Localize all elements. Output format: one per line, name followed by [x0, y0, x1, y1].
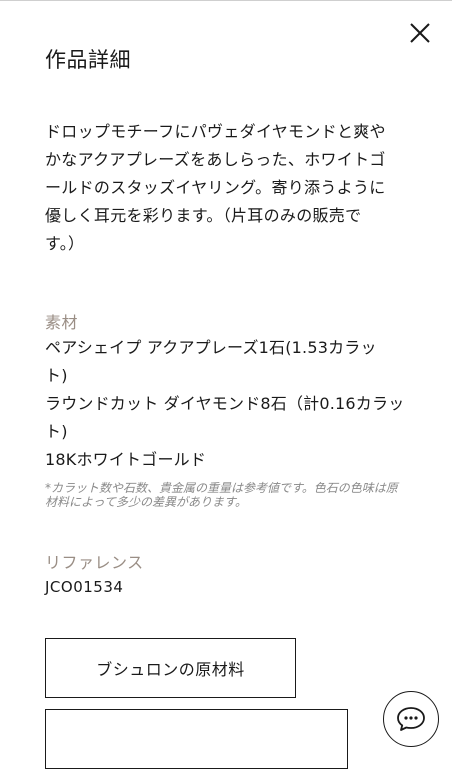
reference-value: JCO01534 [45, 578, 124, 596]
chat-button[interactable] [383, 691, 439, 747]
material-item: 18Kホワイトゴールド [45, 450, 207, 469]
secondary-button[interactable] [45, 709, 348, 769]
materials-origin-button-label: ブシュロンの原材料 [96, 660, 245, 679]
materials-note: *カラット数や石数、貴金属の重量は参考値です。色石の色味は原材料によって多少の差… [45, 481, 398, 509]
chat-bubble-icon [397, 707, 425, 731]
close-button[interactable] [405, 18, 435, 48]
material-item: ラウンドカット ダイヤモンド8石（計0.16カラッ ト) [45, 394, 405, 441]
materials-list: ペアシェイプ アクアプレーズ1石(1.53カラッ ト) ラウンドカット ダイヤモ… [45, 334, 415, 474]
product-description: ドロップモチーフにパヴェダイヤモンドと爽や かなアクアプレーズをあしらった、ホワ… [45, 122, 386, 253]
reference-label: リファレンス [45, 553, 144, 572]
materials-label: 素材 [45, 313, 79, 332]
material-item: ペアシェイプ アクアプレーズ1石(1.53カラッ ト) [45, 338, 377, 385]
top-divider [0, 0, 452, 1]
materials-origin-button[interactable]: ブシュロンの原材料 [45, 638, 296, 698]
close-icon [410, 23, 430, 43]
page-title: 作品詳細 [45, 48, 131, 72]
